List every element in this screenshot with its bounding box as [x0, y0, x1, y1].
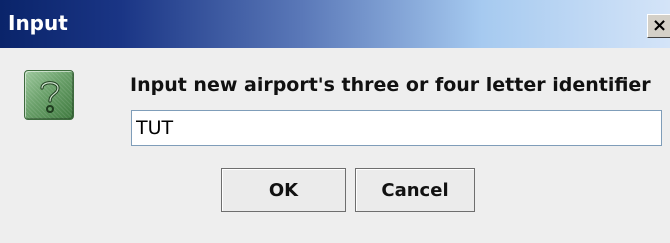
ok-button[interactable]: OK [221, 168, 346, 212]
title-bar[interactable]: Input × [0, 0, 670, 48]
question-mark-glyph [40, 81, 60, 113]
cancel-button[interactable]: Cancel [355, 168, 475, 212]
close-icon[interactable]: × [652, 15, 667, 37]
window-title: Input [8, 11, 68, 35]
airport-identifier-input[interactable] [131, 110, 662, 146]
prompt-message: Input new airport's three or four letter… [130, 74, 651, 96]
question-icon [24, 70, 74, 120]
close-button[interactable]: × [647, 14, 670, 38]
input-dialog: Input × Input new airport's three or fou… [0, 0, 670, 243]
